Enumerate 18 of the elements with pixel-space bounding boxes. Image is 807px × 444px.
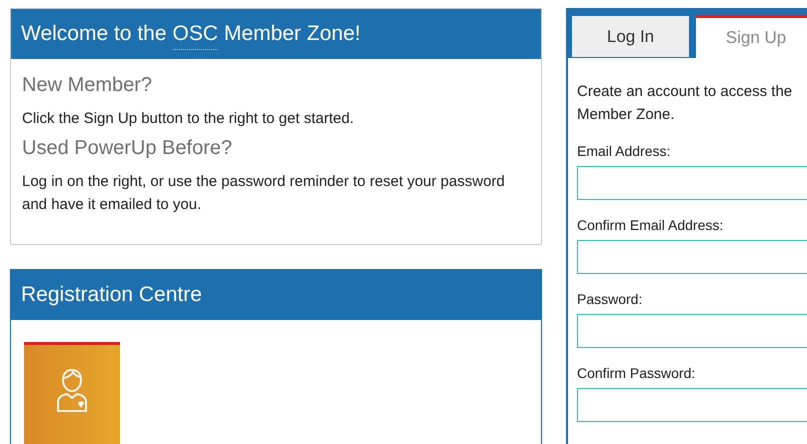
person-icon	[56, 367, 88, 413]
section-heading: New Member?	[22, 73, 154, 98]
field-label: Password:	[577, 290, 644, 309]
input-field[interactable]	[577, 240, 807, 274]
section-text: Click the Sign Up button to the right to get started.	[22, 109, 355, 129]
section-heading: Used PowerUp Before?	[22, 136, 234, 161]
card-title: Registration Centre	[11, 270, 541, 320]
tab[interactable]: Log In	[571, 15, 690, 58]
field-label: Confirm Email Address:	[577, 216, 724, 235]
section-text: Log in on the right, or use the password reminder to reset your password and have it emailed to you.	[22, 172, 506, 215]
intro-text: Create an account to access the Member Zone.	[577, 82, 794, 125]
card-title: Welcome to the OSC Member Zone!	[11, 9, 541, 59]
field-label: Confirm Password:	[577, 364, 696, 383]
member-tile[interactable]	[24, 342, 120, 444]
field-label: Email Address:	[577, 142, 672, 161]
input-field[interactable]	[577, 314, 807, 348]
input-field[interactable]	[577, 166, 807, 200]
input-field[interactable]	[577, 388, 807, 422]
